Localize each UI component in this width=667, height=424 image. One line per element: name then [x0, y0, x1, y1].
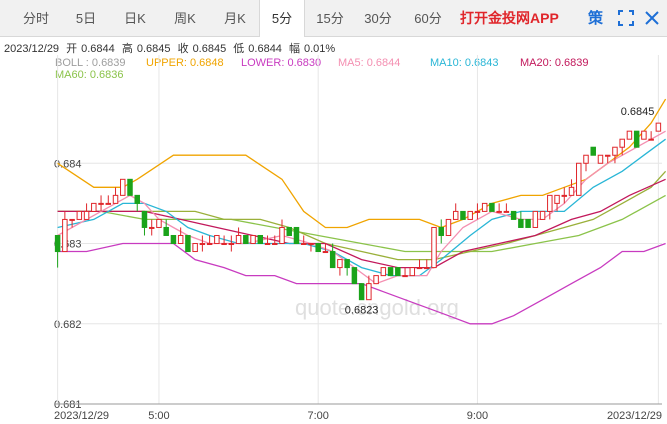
candle-body — [445, 218, 452, 236]
candle-body — [597, 154, 604, 164]
candle-body — [402, 275, 408, 278]
candle-body — [98, 202, 104, 205]
candle-body — [243, 234, 249, 245]
candle-body — [91, 202, 97, 212]
candle-body — [387, 267, 394, 277]
candle-body — [170, 234, 177, 245]
candle-body — [221, 243, 227, 246]
candle-body — [351, 267, 358, 285]
ma5-line — [57, 130, 666, 285]
candle-body — [163, 226, 169, 236]
candle-body — [633, 130, 640, 148]
candle-body — [452, 210, 459, 220]
candle-body — [329, 251, 336, 269]
candle-body — [54, 234, 61, 253]
candle-body — [192, 243, 198, 253]
candle-body — [134, 194, 140, 204]
candle-body — [83, 210, 90, 220]
candle-body — [76, 210, 83, 220]
candle-body — [214, 234, 220, 245]
candle-body — [503, 210, 510, 213]
candle-body — [474, 210, 481, 213]
candle-body — [235, 234, 242, 245]
candle-body — [105, 202, 112, 205]
candle-body — [141, 210, 148, 228]
candle-body — [185, 234, 191, 253]
candle-body — [489, 202, 495, 212]
candle-body — [626, 130, 633, 140]
candle-body — [532, 210, 539, 228]
candle-body — [619, 138, 625, 148]
candle-body — [510, 210, 517, 220]
candle-body — [199, 243, 206, 246]
candle-body — [308, 243, 314, 246]
candle-body — [554, 194, 560, 204]
candle-body — [395, 267, 401, 277]
candle-body — [315, 243, 321, 253]
candle-body — [112, 194, 119, 204]
candle-body — [69, 218, 75, 221]
candle-body — [576, 162, 582, 196]
candle-body — [156, 218, 162, 228]
candle-body — [250, 234, 256, 245]
candle-body — [293, 226, 300, 245]
candle-body — [641, 130, 647, 140]
candle-body — [264, 243, 271, 246]
candle-body — [460, 210, 466, 220]
candle-body — [424, 267, 430, 270]
x-tick-label: 5:00 — [148, 410, 169, 422]
y-tick-label: 0.682 — [54, 319, 82, 331]
candle-body — [127, 178, 133, 196]
candle-body — [337, 259, 343, 269]
candle-body — [373, 275, 379, 285]
candle-body — [272, 243, 278, 246]
boll-mid-line — [57, 170, 667, 261]
candle-body — [525, 218, 531, 228]
candle-body — [366, 283, 372, 301]
candle-body — [322, 251, 329, 254]
candle-body — [148, 226, 155, 229]
candle-body — [590, 146, 596, 156]
candle-body — [279, 226, 285, 245]
candle-body — [431, 226, 437, 269]
candle-body — [496, 210, 502, 213]
candle-body — [547, 194, 553, 212]
candle-body — [120, 178, 126, 196]
candle-body — [518, 218, 524, 228]
candle-body — [568, 186, 575, 196]
candle-body — [438, 226, 444, 236]
x-tick-label: 7:00 — [307, 410, 328, 422]
candle-body — [344, 259, 350, 269]
candle-body — [648, 138, 654, 141]
min-price-label: 0.6823 — [345, 305, 379, 317]
candle-body — [561, 194, 568, 197]
candle-body — [612, 146, 618, 156]
candle-body — [62, 218, 68, 253]
candle-body — [358, 283, 365, 301]
candle-body — [300, 243, 307, 246]
candle-body — [380, 267, 387, 277]
candle-body — [539, 210, 546, 220]
candle-body — [583, 154, 589, 164]
candle-body — [206, 243, 213, 246]
candle-body — [481, 202, 488, 212]
candlestick-chart: quote.cngold.org0.6810.6820.6830.6842023… — [54, 55, 667, 422]
x-tick-label: 2023/12/29 — [607, 410, 662, 422]
candle-body — [416, 267, 423, 270]
x-tick-label: 9:00 — [467, 410, 488, 422]
candle-body — [257, 234, 264, 245]
candle-body — [409, 267, 416, 277]
candle-body — [604, 154, 611, 157]
candle-body — [467, 210, 473, 220]
candle-body — [177, 234, 184, 245]
candle-body — [286, 226, 292, 236]
candle-body — [655, 122, 662, 132]
max-price-label: 0.6845 — [621, 106, 655, 118]
x-tick-label: 2023/12/29 — [54, 410, 109, 422]
candle-body — [228, 243, 235, 246]
